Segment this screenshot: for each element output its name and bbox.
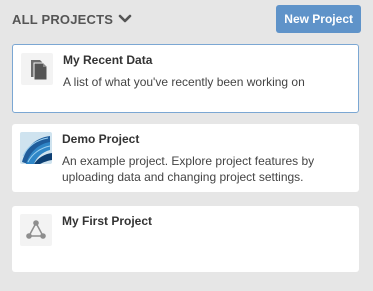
projects-panel: ALL PROJECTS New Project My Recent Data …: [0, 0, 373, 291]
new-project-button[interactable]: New Project: [276, 5, 361, 33]
documents-icon: [21, 53, 53, 85]
all-projects-label: ALL PROJECTS: [12, 12, 114, 27]
chevron-down-icon: [118, 12, 132, 27]
project-description: An example project. Explore project feat…: [62, 154, 315, 184]
projects-header: ALL PROJECTS New Project: [12, 5, 361, 33]
project-card-recent-data[interactable]: My Recent Data A list of what you've rec…: [12, 44, 359, 113]
project-title: Demo Project: [62, 132, 140, 146]
demo-project-thumbnail: [20, 132, 52, 164]
project-title: My First Project: [62, 214, 153, 228]
project-card-first[interactable]: My First Project: [12, 206, 359, 272]
project-card-demo[interactable]: Demo Project An example project. Explore…: [12, 124, 359, 192]
project-title: My Recent Data: [63, 53, 153, 67]
network-triangle-icon: [20, 214, 52, 246]
all-projects-dropdown[interactable]: ALL PROJECTS: [12, 12, 132, 27]
project-description: A list of what you've recently been work…: [63, 75, 305, 89]
